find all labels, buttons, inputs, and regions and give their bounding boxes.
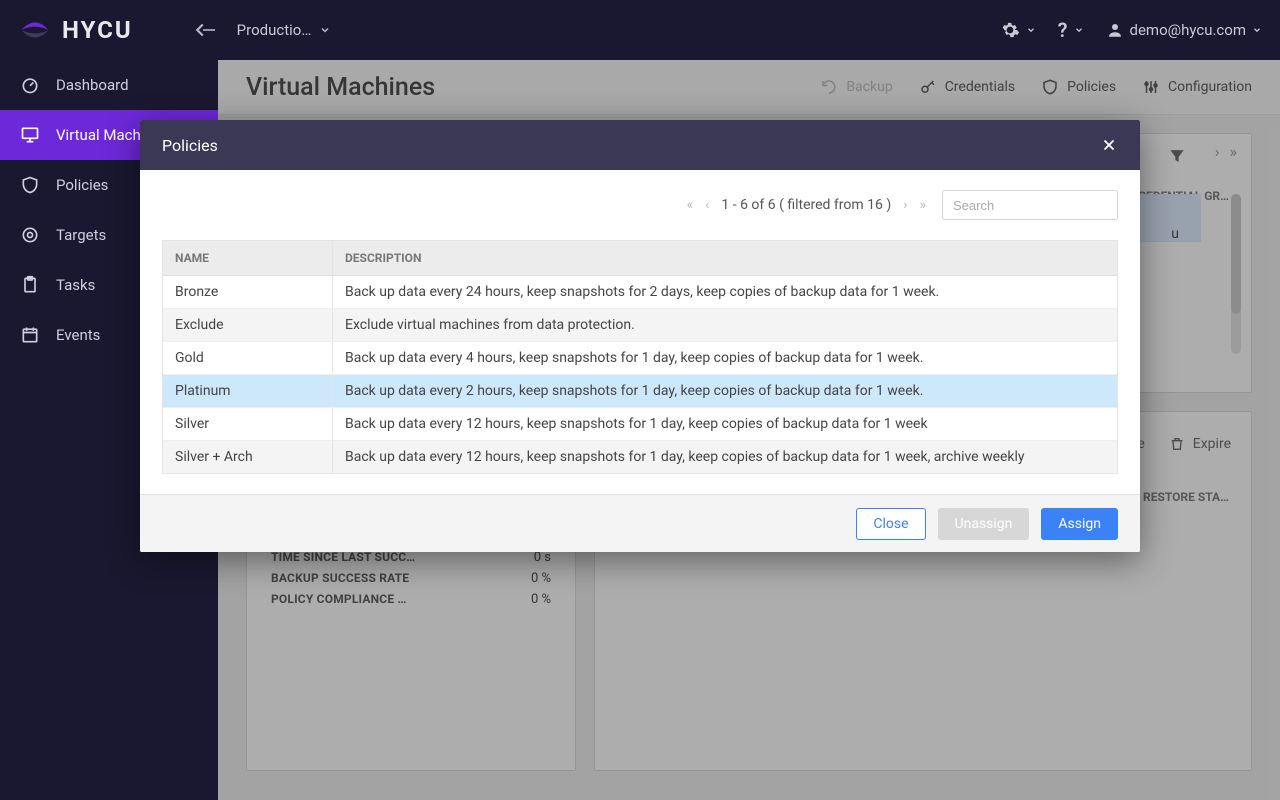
brand-text: HYCU (62, 16, 133, 44)
modal-toolbar: « ‹ 1 - 6 of 6 ( filtered from 16 ) › » (140, 170, 1140, 240)
table-header-row: NAME DESCRIPTION (163, 241, 1117, 276)
table-row[interactable]: SilverBack up data every 12 hours, keep … (163, 408, 1117, 441)
modal-header: Policies (140, 120, 1140, 170)
help-menu[interactable]: ? (1058, 18, 1084, 42)
target-icon (20, 225, 40, 245)
column-header-description[interactable]: DESCRIPTION (333, 241, 1117, 275)
project-label: Productio… (237, 21, 312, 39)
modal-close-button[interactable] (1100, 136, 1118, 154)
sidebar-item-label: Dashboard (56, 76, 129, 94)
topbar-right: ? demo@hycu.com (1000, 18, 1262, 42)
policy-name: Exclude (163, 309, 333, 341)
sidebar-item-label: Policies (56, 176, 108, 194)
policies-modal: Policies « ‹ 1 - 6 of 6 ( filtered from … (140, 120, 1140, 552)
logo[interactable]: HYCU (18, 13, 133, 47)
user-email: demo@hycu.com (1130, 21, 1247, 39)
table-row[interactable]: ExcludeExclude virtual machines from dat… (163, 309, 1117, 342)
clipboard-icon (20, 275, 40, 295)
project-selector[interactable]: Productio… (237, 21, 332, 39)
policy-name: Bronze (163, 276, 333, 308)
settings-menu[interactable] (1000, 20, 1036, 40)
policy-description: Back up data every 2 hours, keep snapsho… (333, 375, 1117, 407)
table-row[interactable]: Silver + ArchBack up data every 12 hours… (163, 441, 1117, 473)
calendar-icon (20, 325, 40, 345)
table-row[interactable]: GoldBack up data every 4 hours, keep sna… (163, 342, 1117, 375)
sidebar-item-label: Events (56, 326, 100, 344)
sidebar-item-label: Targets (56, 226, 106, 244)
policy-description: Back up data every 12 hours, keep snapsh… (333, 408, 1117, 440)
pager-text: 1 - 6 of 6 ( filtered from 16 ) (721, 197, 891, 213)
modal-footer: Close Unassign Assign (140, 494, 1140, 552)
help-icon: ? (1058, 18, 1068, 42)
pager-next-icon[interactable]: › (903, 197, 907, 213)
shield-icon (20, 175, 40, 195)
gauge-icon (20, 75, 40, 95)
chevron-down-icon (1252, 25, 1262, 35)
user-icon (1106, 21, 1124, 39)
monitor-icon (20, 125, 40, 145)
table-row[interactable]: PlatinumBack up data every 2 hours, keep… (163, 375, 1117, 408)
close-icon (1100, 136, 1118, 154)
user-menu[interactable]: demo@hycu.com (1106, 21, 1263, 39)
column-header-name[interactable]: NAME (163, 241, 333, 275)
search-input[interactable] (942, 190, 1118, 220)
assign-button[interactable]: Assign (1041, 508, 1118, 540)
sidebar-item-label: Tasks (56, 276, 95, 294)
policy-name: Silver + Arch (163, 441, 333, 473)
topbar: HYCU Productio… ? demo@hycu.com (0, 0, 1280, 60)
modal-title: Policies (162, 136, 218, 155)
pager: « ‹ 1 - 6 of 6 ( filtered from 16 ) › » (687, 197, 926, 213)
policy-description: Back up data every 24 hours, keep snapsh… (333, 276, 1117, 308)
unassign-button: Unassign (938, 508, 1030, 540)
policy-description: Back up data every 4 hours, keep snapsho… (333, 342, 1117, 374)
policy-name: Platinum (163, 375, 333, 407)
policy-name: Silver (163, 408, 333, 440)
close-button[interactable]: Close (856, 508, 925, 540)
pager-prev-icon[interactable]: ‹ (705, 197, 709, 213)
pager-first-icon[interactable]: « (687, 197, 694, 213)
chevron-down-icon (1026, 25, 1036, 35)
policy-description: Back up data every 12 hours, keep snapsh… (333, 441, 1117, 473)
gear-icon (1000, 20, 1020, 40)
logo-mark-icon (18, 13, 52, 47)
chevron-down-icon (1074, 25, 1084, 35)
back-button[interactable] (189, 16, 217, 44)
sidebar-item-dashboard[interactable]: Dashboard (0, 60, 218, 110)
policy-description: Exclude virtual machines from data prote… (333, 309, 1117, 341)
pager-last-icon[interactable]: » (919, 197, 926, 213)
policies-table: NAME DESCRIPTION BronzeBack up data ever… (162, 240, 1118, 474)
chevron-down-icon (319, 24, 331, 36)
policy-name: Gold (163, 342, 333, 374)
table-row[interactable]: BronzeBack up data every 24 hours, keep … (163, 276, 1117, 309)
